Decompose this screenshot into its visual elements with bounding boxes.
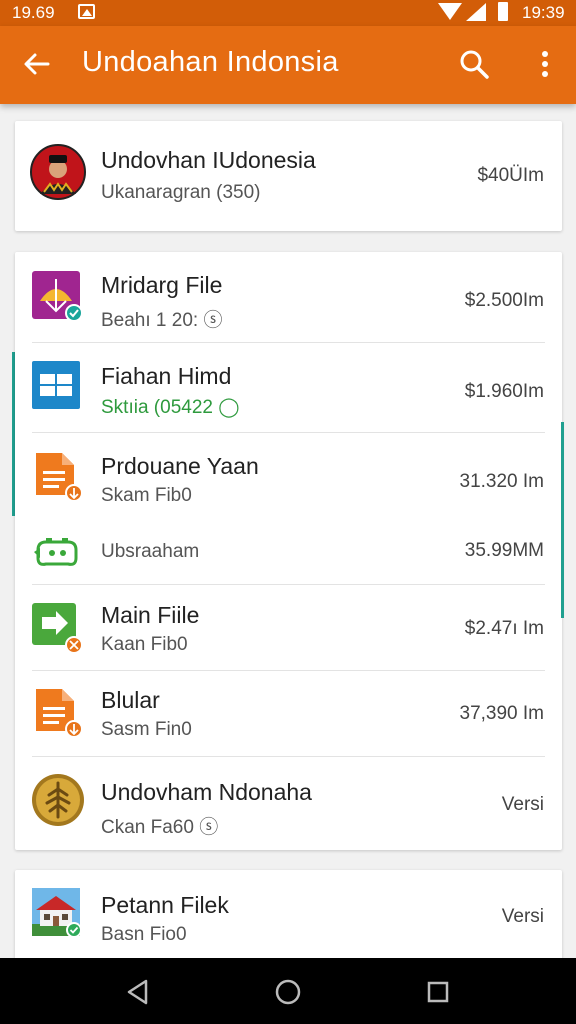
house-photo-icon bbox=[32, 888, 82, 938]
header-size: $40ÜIm bbox=[477, 165, 544, 186]
recents-square-icon[interactable] bbox=[424, 978, 452, 1006]
list-item-size: Versi bbox=[501, 794, 544, 815]
list-item-subtitle: Beahı 1 20: ⓢ bbox=[101, 310, 223, 331]
list-item-size: $2.47ı Im bbox=[464, 618, 544, 639]
home-circle-icon[interactable] bbox=[274, 978, 302, 1006]
more-vert-icon[interactable] bbox=[533, 48, 557, 80]
list-item-subtitle: Sasm Fin0 bbox=[101, 719, 192, 740]
scroll-accent-right bbox=[561, 422, 564, 618]
windows-app-icon bbox=[32, 361, 82, 411]
signal-icon bbox=[438, 3, 462, 20]
avatar-icon bbox=[30, 144, 86, 200]
list-item-size: 35.99MM bbox=[464, 540, 544, 561]
header-row[interactable]: Undovhan IUdonesia Ukanaragran (350) $40… bbox=[15, 121, 562, 231]
list-item-title: Prdouane Yaan bbox=[101, 453, 259, 479]
document-icon bbox=[32, 687, 83, 738]
battery-icon bbox=[498, 2, 508, 21]
list-item-subtitle: Ckan Fa60 ⓢ bbox=[101, 817, 219, 838]
list-item-subtitle: Sktıia (05422 ◯ bbox=[101, 397, 240, 418]
app-bar: Undoahan Indonsia bbox=[0, 26, 576, 104]
list-item-title: Mridarg File bbox=[101, 272, 223, 298]
gold-coin-icon bbox=[31, 773, 85, 827]
notification-icon bbox=[78, 4, 95, 19]
list-item-title: Fiahan Himd bbox=[101, 363, 232, 389]
file-list-card: Mridarg File Beahı 1 20: ⓢ $2.500Im Fiah… bbox=[15, 252, 562, 850]
list-item-size: 37,390 Im bbox=[459, 703, 545, 724]
back-arrow-icon[interactable] bbox=[22, 49, 52, 79]
list-item[interactable]: Main Fiile Kaan Fib0 $2.47ı Im bbox=[15, 585, 562, 671]
bottom-card[interactable]: Petann Filek Basn Fio0 Versi bbox=[15, 870, 562, 960]
mridarg-app-icon bbox=[32, 271, 83, 322]
status-time: 19.69 bbox=[12, 3, 55, 22]
list-item-size: Versi bbox=[501, 906, 544, 927]
app-bar-title: Undoahan Indonsia bbox=[82, 46, 339, 78]
list-item-subtitle: Ubsraaham bbox=[101, 541, 200, 562]
list-item[interactable]: Fiahan Himd Sktıia (05422 ◯ $1.960Im bbox=[15, 343, 562, 433]
list-item-subtitle: Skam Fib0 bbox=[101, 485, 192, 506]
header-subtitle: Ukanaragran (350) bbox=[101, 182, 261, 203]
play-file-icon bbox=[32, 603, 83, 654]
list-item-subtitle: Basn Fio0 bbox=[101, 924, 187, 945]
search-icon[interactable] bbox=[458, 48, 490, 80]
list-item[interactable]: Prdouane Yaan Skam Fib0 31.320 Im bbox=[15, 433, 562, 521]
network-icon bbox=[466, 3, 486, 21]
list-item-size: 31.320 Im bbox=[459, 471, 545, 492]
document-icon bbox=[32, 451, 83, 502]
status-bar: 19.69 19:39 bbox=[0, 0, 576, 26]
list-item-title: Main Fiile bbox=[101, 602, 200, 628]
header-card[interactable]: Undovhan IUdonesia Ukanaragran (350) $40… bbox=[15, 121, 562, 231]
list-item-size: $2.500Im bbox=[464, 290, 544, 311]
back-triangle-icon[interactable] bbox=[124, 978, 152, 1006]
header-title: Undovhan IUdonesia bbox=[101, 147, 316, 173]
list-item[interactable]: Mridarg File Beahı 1 20: ⓢ $2.500Im bbox=[15, 252, 562, 343]
game-controller-icon bbox=[32, 528, 82, 578]
system-nav-bar bbox=[0, 958, 576, 1024]
list-item[interactable]: Blular Sasm Fin0 37,390 Im bbox=[15, 671, 562, 757]
status-clock: 19:39 bbox=[522, 3, 565, 22]
list-item-size: $1.960Im bbox=[464, 381, 544, 402]
list-item-subtitle: Kaan Fib0 bbox=[101, 634, 188, 655]
list-item[interactable]: Ubsraaham 35.99MM bbox=[15, 521, 562, 585]
list-item-title: Blular bbox=[101, 687, 160, 713]
list-item[interactable]: Undovham Ndonaha Ckan Fa60 ⓢ Versi bbox=[15, 757, 562, 850]
list-item[interactable]: Petann Filek Basn Fio0 Versi bbox=[15, 870, 562, 960]
list-item-title: Undovham Ndonaha bbox=[101, 779, 312, 805]
list-item-title: Petann Filek bbox=[101, 892, 229, 918]
